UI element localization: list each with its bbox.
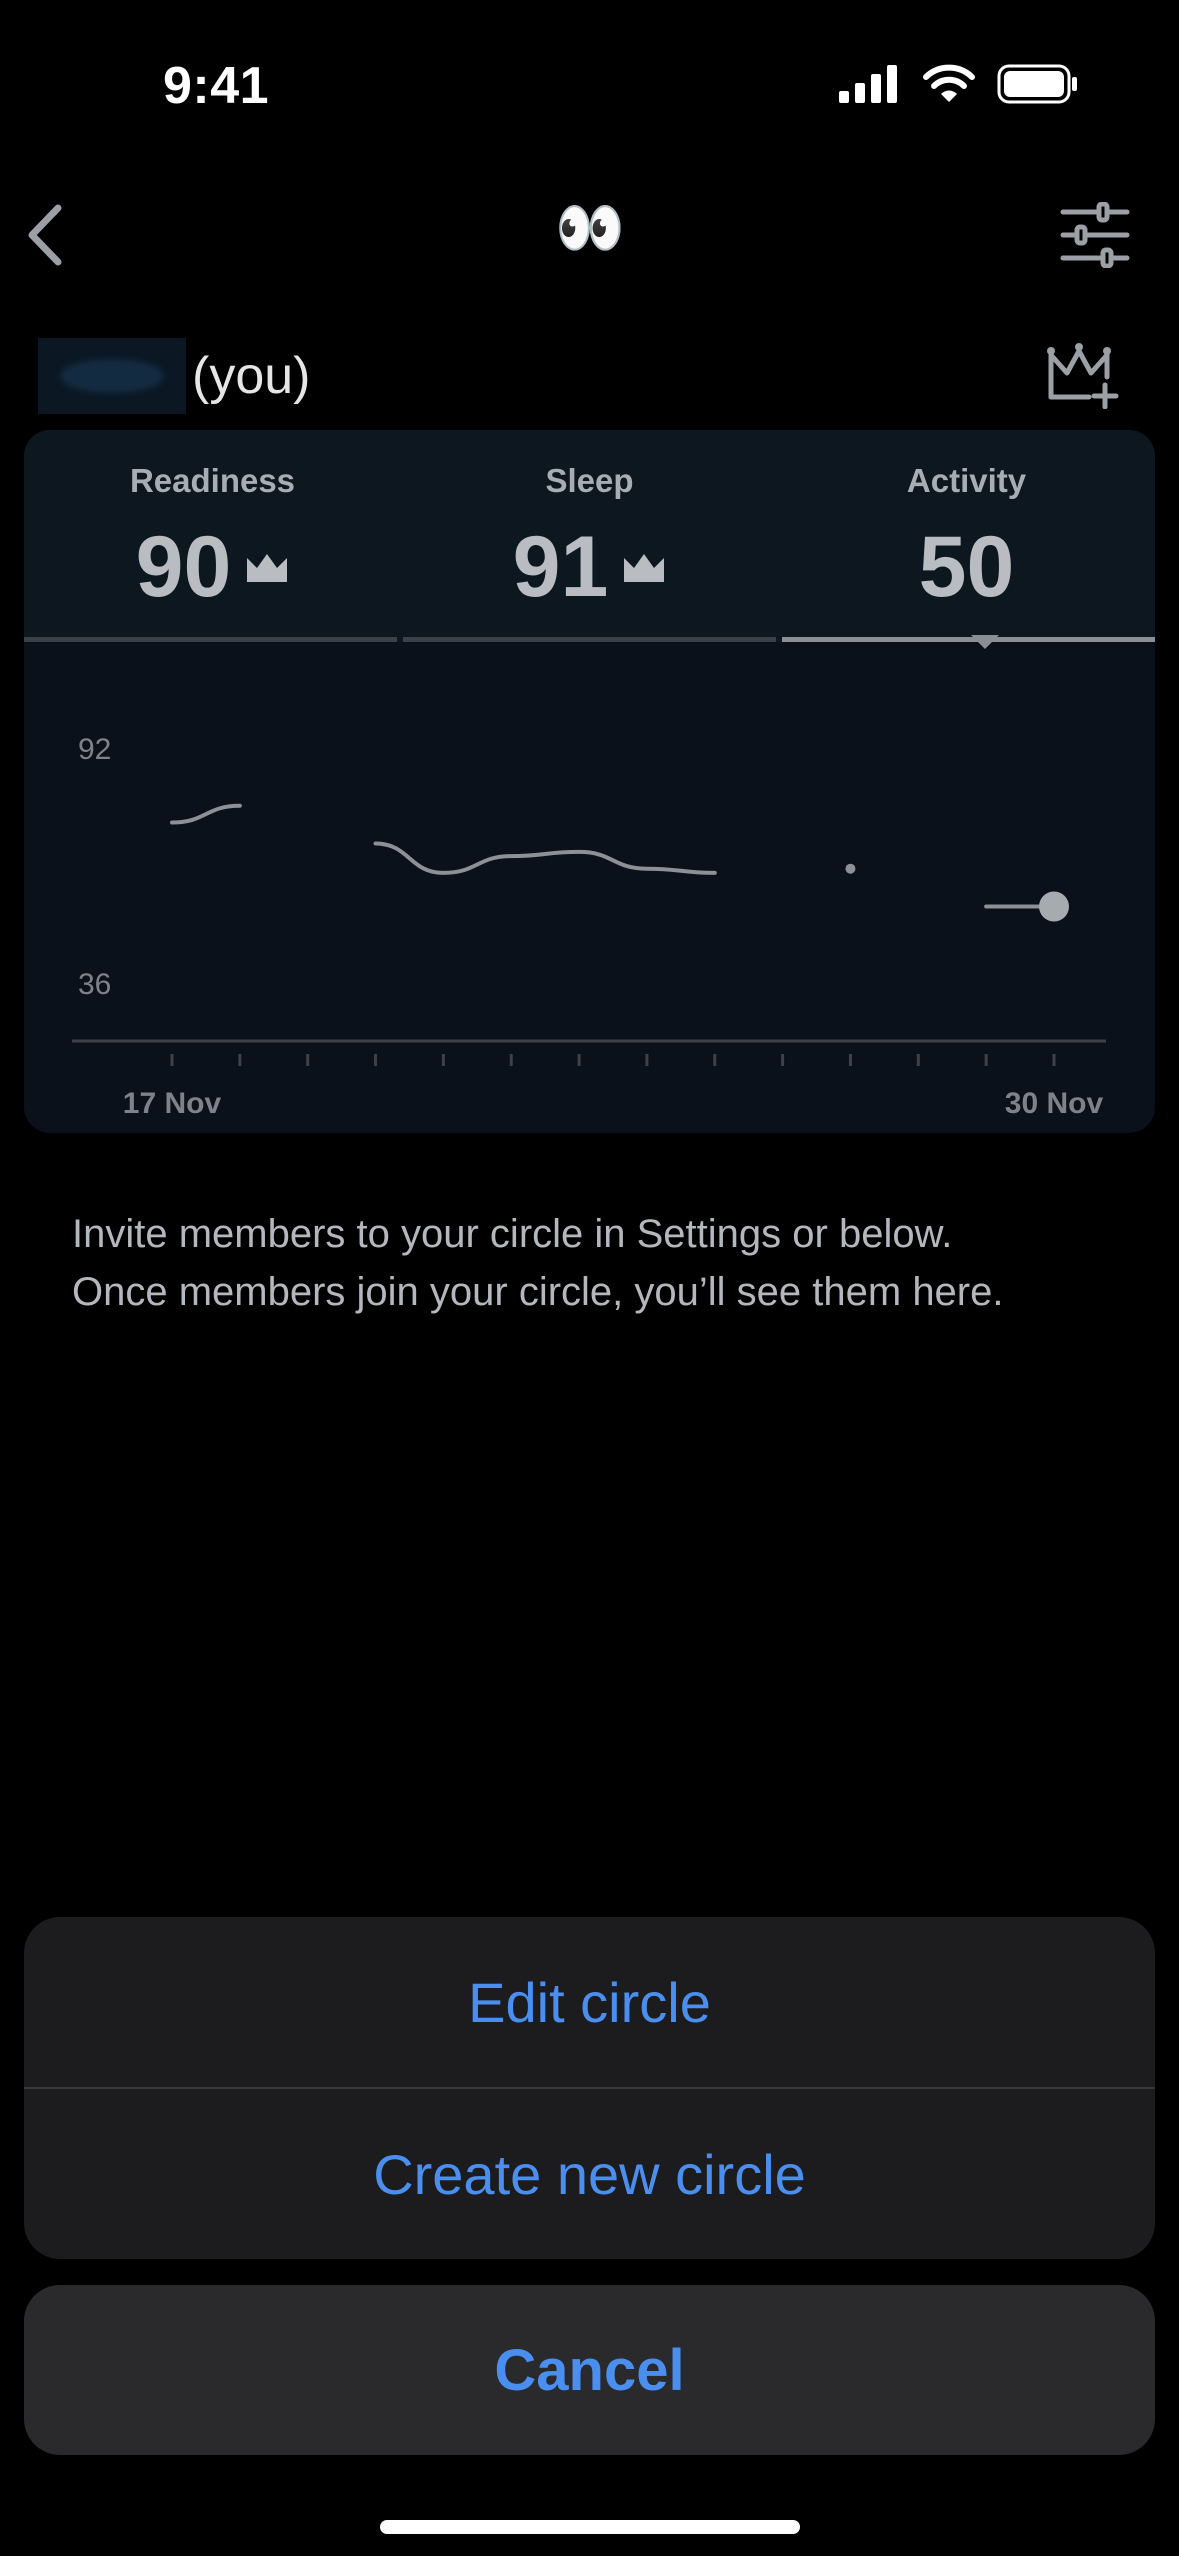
metric-value: 50 (918, 519, 1015, 615)
cellular-signal-icon (839, 65, 897, 103)
edit-circle-button[interactable]: Edit circle (24, 1917, 1155, 2087)
series-line (170, 803, 242, 825)
metrics-card: Readiness 90 Sleep 91 Activity 50 92 36 … (24, 430, 1155, 1133)
sliders-icon (1060, 202, 1130, 268)
crown-icon (624, 553, 665, 582)
status-time: 9:41 (163, 57, 270, 115)
add-crown-button[interactable] (1038, 330, 1128, 420)
crown-icon (247, 553, 288, 582)
activity-chart: 92 36 17 Nov 30 Nov (72, 733, 1106, 1120)
tab-readiness[interactable]: Readiness 90 (24, 430, 401, 642)
battery-icon (997, 64, 1077, 104)
x-tick-label: 30 Nov (1005, 1087, 1104, 1120)
metric-value: 91 (512, 519, 609, 615)
metric-label: Activity (906, 462, 1027, 499)
status-icons (839, 64, 1079, 104)
avatar (38, 338, 186, 414)
tab-activity[interactable]: Activity 50 (778, 430, 1155, 642)
current-data-point (1039, 891, 1069, 922)
wifi-icon (923, 64, 975, 102)
y-tick-label: 36 (78, 968, 111, 1001)
info-line-2: Once members join your circle, you’ll se… (72, 1270, 1004, 1314)
action-sheet: Edit circle Create new circle (24, 1917, 1155, 2259)
cancel-button[interactable]: Cancel (24, 2285, 1155, 2455)
series-line (373, 841, 717, 875)
x-tick-label: 17 Nov (123, 1087, 222, 1120)
metric-tabs: Readiness 90 Sleep 91 Activity 50 (24, 430, 1155, 649)
user-row: (you) (38, 338, 310, 414)
chevron-left-icon (28, 204, 62, 266)
metric-label: Sleep (545, 462, 634, 499)
filter-settings-button[interactable] (1050, 190, 1140, 280)
info-line-1: Invite members to your circle in Setting… (72, 1212, 953, 1256)
invite-info-text: Invite members to your circle in Setting… (72, 1205, 1132, 1321)
y-tick-label: 92 (78, 733, 111, 766)
data-point (845, 863, 856, 874)
home-indicator[interactable] (380, 2520, 800, 2534)
eyes-emoji: 👀 (555, 196, 625, 259)
metric-label: Readiness (129, 462, 296, 499)
tab-sleep[interactable]: Sleep 91 (401, 430, 778, 642)
back-button[interactable] (0, 190, 90, 280)
user-label: (you) (192, 347, 311, 405)
metric-value: 90 (135, 519, 232, 615)
crown-plus-icon (1047, 343, 1119, 409)
create-new-circle-button[interactable]: Create new circle (24, 2089, 1155, 2259)
